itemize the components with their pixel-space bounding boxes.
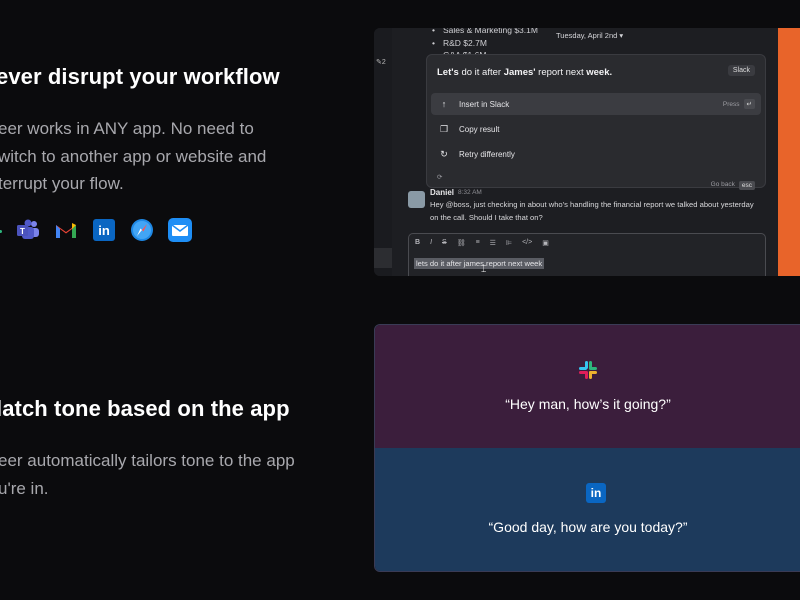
sidebar-highlight [374, 248, 392, 268]
gmail-icon [54, 218, 78, 242]
retry-differently-option[interactable]: ↻ Retry differently [431, 143, 761, 165]
option-label: Retry differently [459, 149, 515, 159]
message-body: Hey @boss, just checking in about who's … [430, 200, 754, 222]
message-composer[interactable]: B I S ⛓ ≡ ☰ ⊫ </> ▣ lets do it after jam… [408, 233, 766, 276]
count-badge: ✎2 [376, 59, 386, 66]
linkedin-tone-panel: in “Good day, how are you today?” [375, 448, 800, 571]
refresh-icon[interactable]: ⟳ [437, 174, 442, 181]
insert-in-slack-option[interactable]: ↑ Insert in Slack Press ↵ [431, 93, 761, 115]
slack-tone-panel: “Hey man, how’s it going?” [375, 325, 800, 448]
copy-icon: ❐ [439, 123, 449, 134]
tone-examples-card: “Hey man, how’s it going?” in “Good day,… [374, 324, 800, 572]
strikethrough-icon[interactable]: S [442, 239, 447, 247]
suggestion-popup: Let's do it after James' report next wee… [426, 54, 766, 190]
section-heading-workflow: ever disrupt your workflow [0, 64, 280, 89]
formatting-toolbar: B I S ⛓ ≡ ☰ ⊫ </> ▣ [415, 239, 549, 247]
bold-icon[interactable]: B [415, 239, 420, 247]
linkedin-logo-icon: in [586, 483, 606, 503]
para-line: witch to another app or website and [0, 146, 267, 166]
slack-tone-quote: “Hey man, how’s it going?” [505, 396, 671, 412]
slack-icon [0, 218, 2, 242]
text-cursor-icon: ⌶ [481, 264, 487, 274]
para-line: eer automatically tailors tone to the ap… [0, 451, 295, 470]
option-label: Insert in Slack [459, 99, 510, 109]
message-timestamp: 8:32 AM [458, 189, 482, 196]
list-item: Sales & Marketing $3.1M [432, 28, 538, 37]
shortcut-hint: Press ↵ [723, 99, 755, 109]
enter-key-icon: ↵ [743, 99, 755, 109]
option-label: Copy result [459, 124, 500, 134]
safari-icon [130, 218, 154, 242]
retry-icon: ↻ [440, 148, 448, 159]
suggestion-text: Let's do it after James' report next wee… [437, 67, 613, 78]
linkedin-tone-quote: “Good day, how are you today?” [488, 519, 688, 535]
linkedin-icon: in [92, 218, 116, 242]
section-description-workflow: eer works in ANY app. No need to witch t… [0, 115, 338, 198]
app-screenshot-card: ✎2 Sales & Marketing $3.1M R&D $2.7M G&A… [374, 28, 800, 276]
arrow-up-icon: ↑ [441, 99, 447, 109]
list-item: R&D $2.7M [432, 37, 538, 50]
para-line: terrupt your flow. [0, 174, 124, 193]
copy-result-option[interactable]: ❐ Copy result [431, 118, 761, 140]
section-description-tone: eer automatically tailors tone to the ap… [0, 447, 358, 502]
section-heading-tone: latch tone based on the app [0, 396, 290, 421]
code-block-icon[interactable]: ▣ [542, 239, 549, 247]
teams-icon: T [16, 218, 40, 242]
svg-text:T: T [20, 227, 25, 236]
avatar[interactable] [408, 191, 425, 208]
italic-icon[interactable]: I [430, 239, 432, 247]
bullet-list-icon[interactable]: ☰ [490, 239, 496, 247]
date-divider[interactable]: Tuesday, April 2nd ▾ [556, 31, 623, 40]
para-line: eer works in ANY app. No need to [0, 119, 254, 138]
app-tag: Slack [727, 65, 755, 76]
selected-text[interactable]: lets do it after james report next week [414, 258, 545, 269]
supported-apps-row: T in [0, 218, 192, 242]
popup-footer: ⟳ Go back esc [437, 173, 755, 190]
chevron-down-icon: ▾ [619, 31, 624, 40]
slack-logo-icon [577, 359, 599, 386]
message-author[interactable]: Daniel [430, 188, 454, 197]
code-icon[interactable]: </> [522, 239, 532, 247]
accent-strip [778, 28, 800, 276]
blockquote-icon[interactable]: ⊫ [506, 239, 512, 247]
para-line: u're in. [0, 478, 49, 498]
go-back-hint[interactable]: Go back esc [711, 181, 755, 190]
mail-icon [168, 218, 192, 242]
esc-key-icon: esc [738, 181, 755, 190]
link-icon[interactable]: ⛓ [457, 239, 466, 247]
ordered-list-icon[interactable]: ≡ [476, 239, 480, 247]
